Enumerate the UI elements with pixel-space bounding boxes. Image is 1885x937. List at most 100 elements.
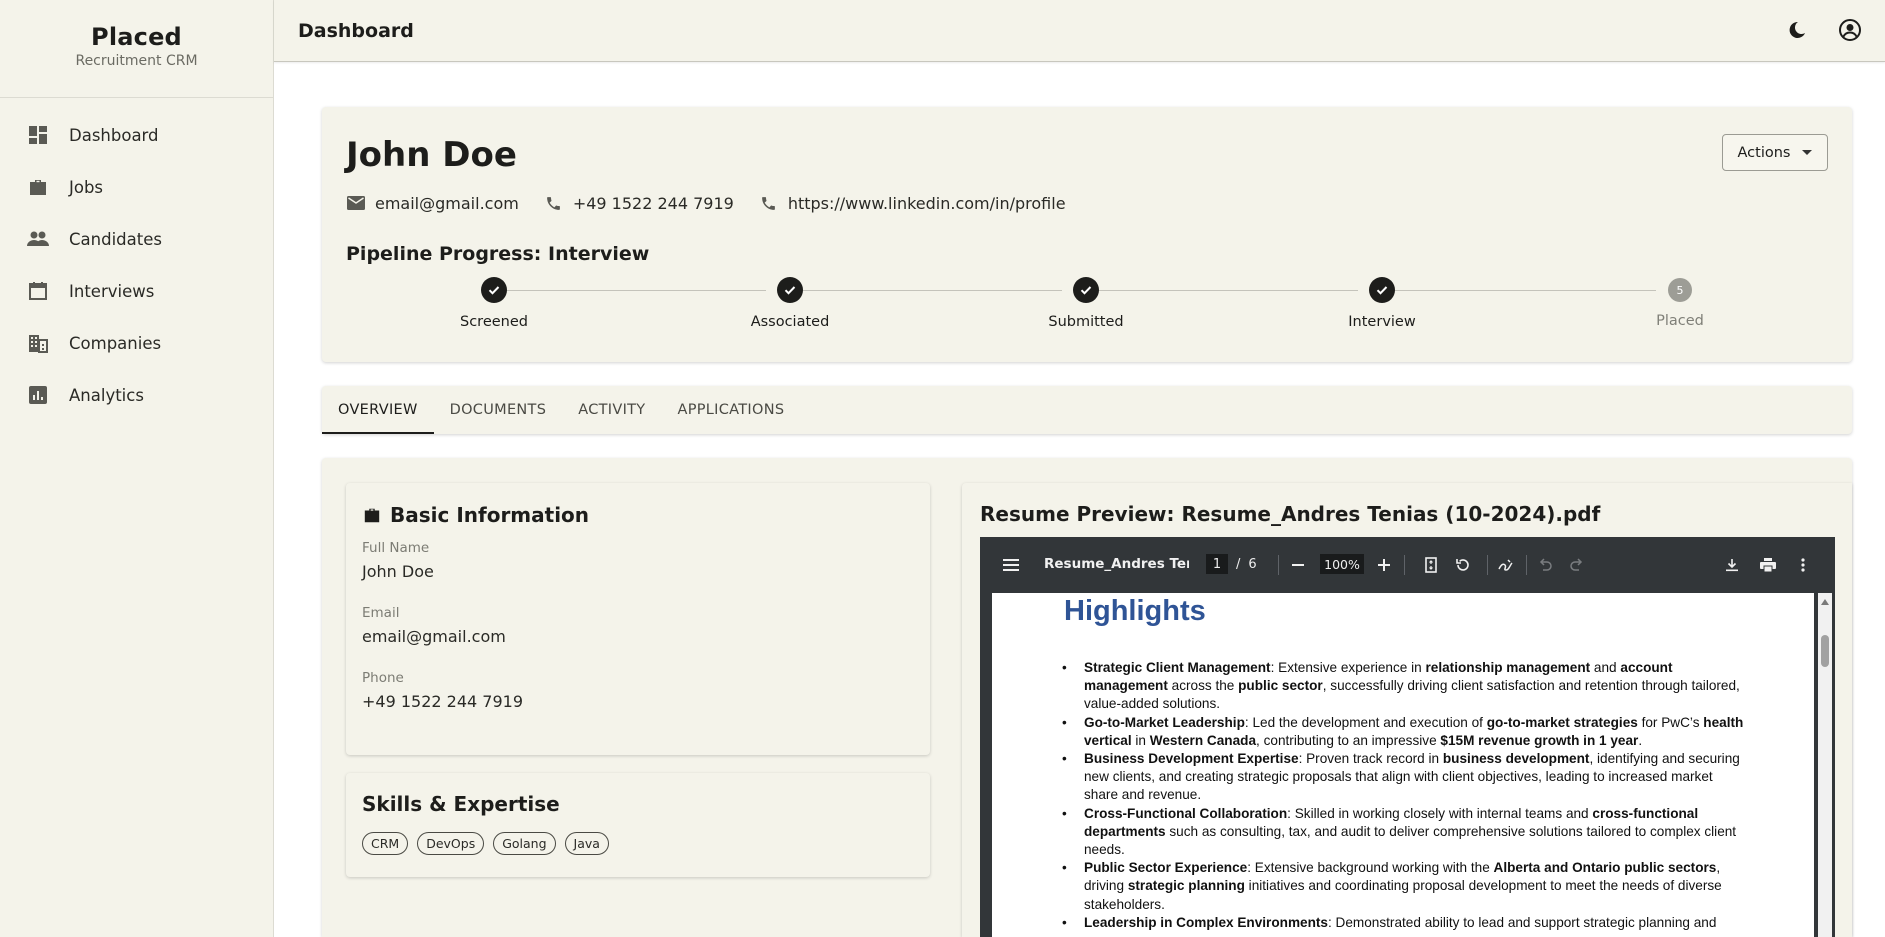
- pdf-page-total: 6: [1248, 556, 1257, 572]
- overview-panel: Basic Information Full Name John Doe Ema…: [322, 458, 1852, 937]
- contact-phone[interactable]: +49 1522 244 7919: [544, 193, 734, 213]
- sidebar-item-label: Interviews: [69, 281, 155, 301]
- candidate-profile-card: John Doe email@gmail.com +49 1522 244 79…: [322, 107, 1852, 362]
- redo-icon[interactable]: [1566, 554, 1588, 576]
- contact-linkedin[interactable]: https://www.linkedin.com/in/profile: [759, 193, 1066, 213]
- print-icon[interactable]: [1757, 554, 1779, 576]
- sidebar-item-analytics[interactable]: Analytics: [0, 369, 273, 421]
- doc-heading: Highlights: [1064, 595, 1206, 627]
- check-icon: [481, 277, 507, 303]
- sidebar-item-jobs[interactable]: Jobs: [0, 161, 273, 213]
- pdf-page[interactable]: Highlights Strategic Client Management: …: [992, 593, 1814, 937]
- pdf-scrollbar[interactable]: [1818, 593, 1832, 937]
- briefcase-icon: [27, 176, 49, 198]
- pipeline-step-screened: Screened: [414, 277, 574, 330]
- field-value: +49 1522 244 7919: [362, 692, 523, 711]
- calendar-icon: [27, 280, 49, 302]
- zoom-out-icon[interactable]: [1287, 554, 1309, 576]
- email-icon: [346, 193, 366, 213]
- pdf-page-separator: /: [1236, 556, 1241, 572]
- contact-email[interactable]: email@gmail.com: [346, 193, 519, 213]
- sidebar-item-interviews[interactable]: Interviews: [0, 265, 273, 317]
- tab-documents[interactable]: DOCUMENTS: [434, 386, 563, 434]
- pipeline-stepper: Screened Associated Submitted Interview …: [346, 277, 1828, 347]
- pdf-toolbar: Resume_Andres Teni... 1 / 6 100%: [980, 537, 1835, 593]
- field-label: Full Name: [362, 540, 430, 556]
- account-icon[interactable]: [1837, 17, 1863, 43]
- field-full-name: Full Name John Doe: [362, 540, 434, 581]
- resume-title: Resume Preview: Resume_Andres Tenias (10…: [980, 502, 1601, 526]
- check-icon: [1369, 277, 1395, 303]
- dashboard-icon: [27, 124, 49, 146]
- doc-bullet-item: Go-to-Market Leadership: Led the develop…: [1062, 714, 1744, 750]
- sidebar-item-companies[interactable]: Companies: [0, 317, 273, 369]
- candidate-name: John Doe: [346, 135, 517, 175]
- doc-bullet-item: Public Sector Experience: Extensive back…: [1062, 859, 1744, 914]
- annotate-icon[interactable]: [1494, 554, 1516, 576]
- building-icon: [27, 332, 49, 354]
- tab-activity[interactable]: ACTIVITY: [562, 386, 661, 434]
- actions-button[interactable]: Actions: [1722, 134, 1828, 171]
- download-icon[interactable]: [1721, 554, 1743, 576]
- brand-name[interactable]: Placed: [0, 23, 273, 51]
- sidebar-item-label: Dashboard: [69, 125, 159, 145]
- pipeline-title: Pipeline Progress: Interview: [346, 243, 650, 265]
- toolbar-divider: [1487, 555, 1488, 575]
- doc-bullet-item: Cross-Functional Collaboration: Skilled …: [1062, 805, 1744, 860]
- contact-linkedin-text: https://www.linkedin.com/in/profile: [787, 193, 1066, 213]
- scrollbar-thumb[interactable]: [1821, 635, 1829, 667]
- briefcase-icon: [362, 505, 382, 525]
- skills-chips: CRM DevOps Golang Java: [362, 832, 609, 855]
- sidebar: Placed Recruitment CRM Dashboard Jobs Ca…: [0, 0, 274, 937]
- tab-applications[interactable]: APPLICATIONS: [661, 386, 800, 434]
- scroll-up-arrow-icon[interactable]: [1821, 599, 1829, 605]
- doc-bullet-item: Business Development Expertise: Proven t…: [1062, 750, 1744, 805]
- doc-bullet-item: Leadership in Complex Environments: Demo…: [1062, 914, 1744, 932]
- step-label: Submitted: [1048, 314, 1124, 330]
- page-title: Dashboard: [298, 19, 414, 42]
- caret-down-icon: [1802, 150, 1813, 155]
- analytics-icon: [27, 384, 49, 406]
- contact-row: email@gmail.com +49 1522 244 7919 https:…: [346, 193, 1091, 213]
- zoom-in-icon[interactable]: [1373, 554, 1395, 576]
- field-email: Email email@gmail.com: [362, 605, 506, 646]
- more-options-icon[interactable]: [1792, 554, 1814, 576]
- field-phone: Phone +49 1522 244 7919: [362, 670, 523, 711]
- people-icon: [27, 228, 49, 250]
- field-label: Email: [362, 605, 400, 621]
- sidebar-item-label: Candidates: [69, 229, 162, 249]
- contact-phone-text: +49 1522 244 7919: [572, 193, 734, 213]
- field-value: email@gmail.com: [362, 627, 506, 646]
- sidebar-item-candidates[interactable]: Candidates: [0, 213, 273, 265]
- topbar: Dashboard: [274, 0, 1885, 62]
- field-label: Phone: [362, 670, 404, 686]
- pdf-page-input[interactable]: 1: [1206, 554, 1228, 574]
- sidebar-item-dashboard[interactable]: Dashboard: [0, 109, 273, 161]
- step-number: 5: [1668, 278, 1692, 302]
- skill-chip: Java: [564, 832, 609, 855]
- skills-card: Skills & Expertise CRM DevOps Golang Jav…: [346, 773, 930, 877]
- fit-page-icon[interactable]: [1420, 554, 1442, 576]
- step-label: Associated: [750, 314, 830, 330]
- step-label: Placed: [1656, 313, 1704, 329]
- profile-tabs: OVERVIEW DOCUMENTS ACTIVITY APPLICATIONS: [322, 386, 1852, 434]
- toolbar-divider: [1404, 555, 1405, 575]
- menu-icon[interactable]: [1000, 554, 1022, 576]
- tab-overview[interactable]: OVERVIEW: [322, 386, 434, 434]
- zoom-level[interactable]: 100%: [1320, 554, 1364, 574]
- check-icon: [1073, 277, 1099, 303]
- step-label: Screened: [460, 314, 528, 330]
- toolbar-divider: [1278, 555, 1279, 575]
- pdf-file-name: Resume_Andres Teni...: [1044, 556, 1189, 572]
- brand: Placed Recruitment CRM: [0, 0, 273, 98]
- topbar-actions: [1784, 17, 1863, 43]
- dark-mode-icon[interactable]: [1784, 17, 1810, 43]
- skill-chip: DevOps: [417, 832, 485, 855]
- step-label: Interview: [1348, 314, 1416, 330]
- pipeline-step-placed: 5 Placed: [1600, 277, 1760, 329]
- sidebar-item-label: Companies: [69, 333, 162, 353]
- field-value: John Doe: [362, 562, 434, 581]
- rotate-icon[interactable]: [1452, 554, 1474, 576]
- undo-icon[interactable]: [1534, 554, 1556, 576]
- sidebar-item-label: Jobs: [69, 177, 104, 197]
